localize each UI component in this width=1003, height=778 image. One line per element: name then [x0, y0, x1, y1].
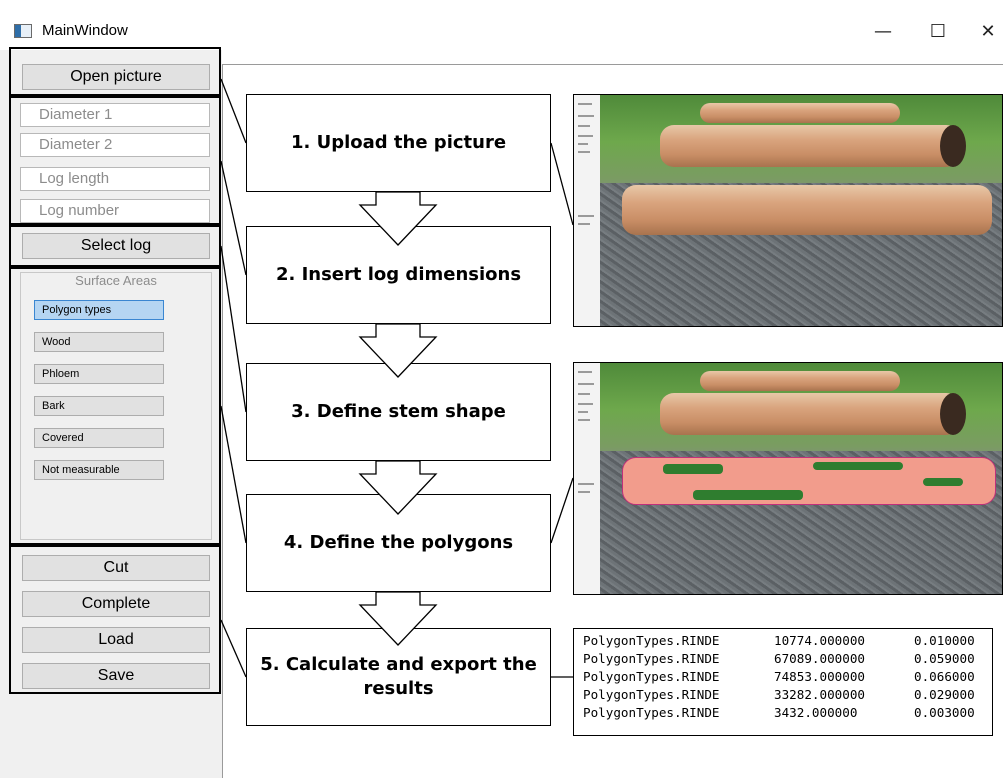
- results-table: PolygonTypes.RINDE 10774.000000 0.010000 P…: [573, 628, 993, 736]
- minimize-button[interactable]: —: [868, 18, 898, 46]
- dimensions-frame: [9, 96, 221, 225]
- maximize-button[interactable]: ☐: [923, 18, 953, 46]
- window-title: MainWindow: [42, 22, 128, 39]
- photo-logs: [600, 95, 1002, 326]
- log-photo-original: [573, 94, 1003, 327]
- surface-areas-frame: [9, 267, 221, 545]
- table-row: PolygonTypes.RINDE 3432.000000 0.003000: [583, 705, 975, 720]
- log-front-polygon: [622, 457, 996, 505]
- mini-sidebar: [574, 363, 601, 594]
- window-title-bar: MainWindow — ☐ ✕: [0, 0, 1003, 50]
- app-icon: [14, 24, 32, 38]
- log-middle: [660, 125, 966, 167]
- step-calculate-export: 5. Calculate and export the results: [246, 628, 551, 726]
- log-front: [622, 185, 992, 235]
- step-define-polygons: 4. Define the polygons: [246, 494, 551, 592]
- table-row: PolygonTypes.RINDE 33282.000000 0.029000: [583, 687, 975, 702]
- close-button[interactable]: ✕: [973, 18, 1003, 46]
- log-back: [700, 371, 900, 391]
- table-row: PolygonTypes.RINDE 67089.000000 0.059000: [583, 651, 975, 666]
- mini-sidebar: [574, 95, 601, 326]
- log-middle: [660, 393, 966, 435]
- log-back: [700, 103, 900, 123]
- actions-frame: [9, 545, 221, 694]
- table-row: PolygonTypes.RINDE 10774.000000 0.010000: [583, 633, 975, 648]
- open-picture-frame: [9, 47, 221, 96]
- log-photo-polygons: [573, 362, 1003, 595]
- photo-logs-annotated: [600, 363, 1002, 594]
- step-define-stem-shape: 3. Define stem shape: [246, 363, 551, 461]
- step-upload-picture: 1. Upload the picture: [246, 94, 551, 192]
- step-insert-dimensions: 2. Insert log dimensions: [246, 226, 551, 324]
- table-row: PolygonTypes.RINDE 74853.000000 0.066000: [583, 669, 975, 684]
- select-log-frame: [9, 225, 221, 267]
